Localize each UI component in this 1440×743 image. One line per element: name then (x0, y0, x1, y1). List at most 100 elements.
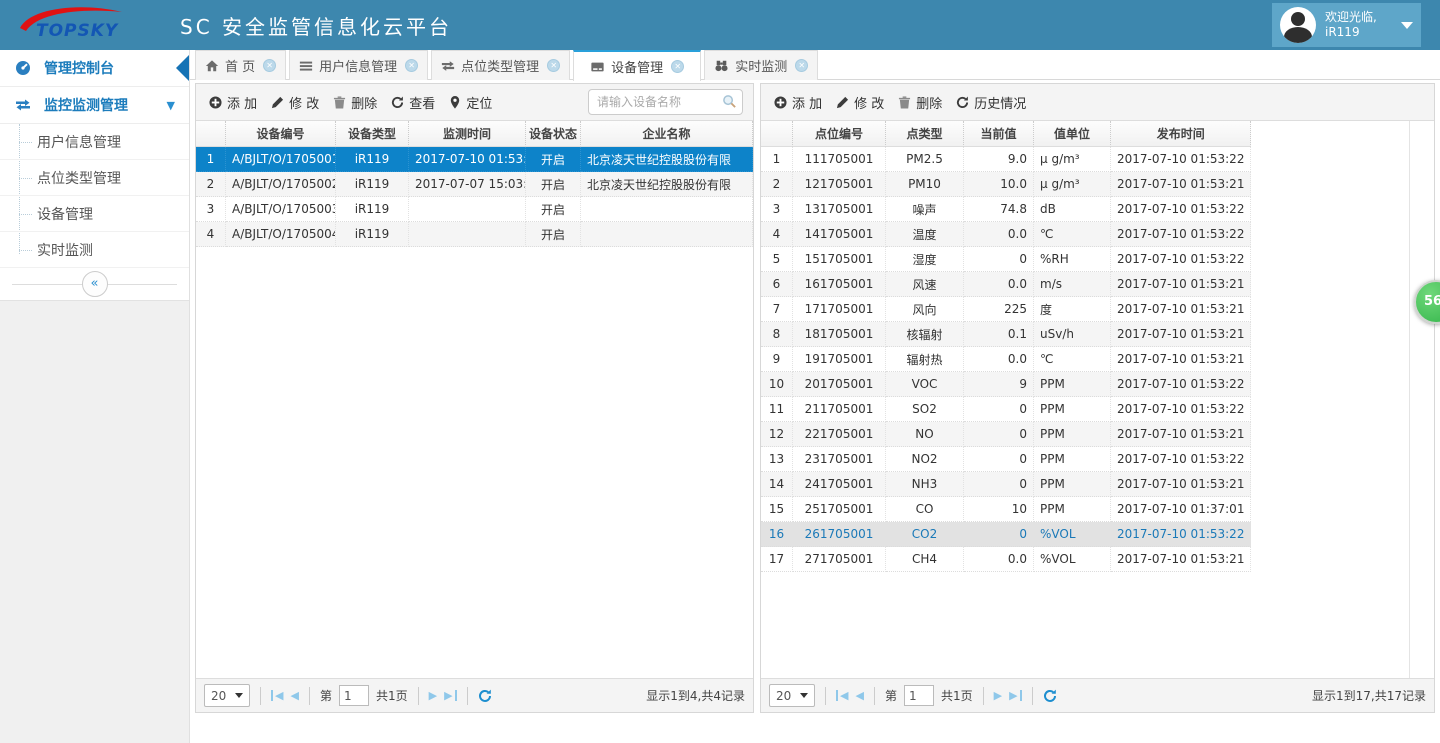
cell[interactable]: 2017-07-10 01:53:21 (1111, 547, 1251, 572)
cell[interactable]: 2017-07-07 15:03:05 (409, 172, 526, 197)
cell[interactable]: 5 (761, 247, 793, 272)
reload-icon[interactable] (478, 689, 492, 703)
cell[interactable]: 7 (761, 297, 793, 322)
table-row[interactable]: 5151705001湿度0%RH2017-07-10 01:53:22 (761, 247, 1251, 272)
cell[interactable]: 151705001 (793, 247, 886, 272)
cell[interactable]: 221705001 (793, 422, 886, 447)
cell[interactable]: 核辐射 (886, 322, 964, 347)
cell[interactable]: 2017-07-10 01:53:22 (1111, 522, 1251, 547)
cell[interactable]: PM2.5 (886, 147, 964, 172)
tab-point-type[interactable]: 点位类型管理 ✕ (431, 50, 570, 80)
cell[interactable]: 191705001 (793, 347, 886, 372)
cell[interactable]: ℃ (1034, 347, 1111, 372)
cell[interactable]: PPM (1034, 447, 1111, 472)
cell[interactable]: 3 (196, 197, 226, 222)
cell[interactable]: 261705001 (793, 522, 886, 547)
edit-button[interactable]: 修 改 (829, 89, 891, 116)
table-row[interactable]: 13231705001NO20PPM2017-07-10 01:53:22 (761, 447, 1251, 472)
cell[interactable] (581, 222, 753, 247)
cell[interactable]: 74.8 (964, 197, 1034, 222)
close-icon[interactable]: ✕ (263, 59, 276, 72)
cell[interactable]: %VOL (1034, 522, 1111, 547)
cell[interactable]: 2017-07-10 01:53:22 (409, 147, 526, 172)
prev-page-button[interactable]: ◀ (290, 690, 298, 701)
table-row[interactable]: 10201705001VOC9PPM2017-07-10 01:53:22 (761, 372, 1251, 397)
cell[interactable]: NH3 (886, 472, 964, 497)
sidebar-item-realtime[interactable]: 实时监测 (0, 232, 189, 268)
tab-home[interactable]: 首 页 ✕ (195, 50, 286, 80)
cell[interactable]: 2017-07-10 01:53:22 (1111, 222, 1251, 247)
search-input[interactable] (588, 89, 743, 115)
cell[interactable]: %VOL (1034, 547, 1111, 572)
cell[interactable]: 温度 (886, 222, 964, 247)
column-header[interactable]: 设备类型 (336, 121, 409, 147)
table-row[interactable]: 12221705001NO0PPM2017-07-10 01:53:21 (761, 422, 1251, 447)
column-header[interactable]: 企业名称 (581, 121, 753, 147)
cell[interactable]: 225 (964, 297, 1034, 322)
cell[interactable]: 10 (761, 372, 793, 397)
column-header[interactable]: 监测时间 (409, 121, 526, 147)
table-row[interactable]: 4A/BJLT/O/1705004iR119开启 (196, 222, 753, 247)
cell[interactable]: μ g/m³ (1034, 172, 1111, 197)
cell[interactable]: 121705001 (793, 172, 886, 197)
cell[interactable]: PPM (1034, 497, 1111, 522)
table-row[interactable]: 17271705001CH40.0%VOL2017-07-10 01:53:21 (761, 547, 1251, 572)
cell[interactable]: PPM (1034, 397, 1111, 422)
column-header[interactable]: 当前值 (964, 121, 1034, 147)
page-size-select[interactable]: 20 (204, 684, 250, 707)
cell[interactable]: ℃ (1034, 222, 1111, 247)
close-icon[interactable]: ✕ (671, 60, 684, 73)
cell[interactable]: 0 (964, 447, 1034, 472)
first-page-button[interactable]: ◀ (271, 690, 283, 701)
cell[interactable]: 2017-07-10 01:53:22 (1111, 147, 1251, 172)
cell[interactable]: 0 (964, 422, 1034, 447)
cell[interactable]: 161705001 (793, 272, 886, 297)
table-row[interactable]: 15251705001CO10PPM2017-07-10 01:37:01 (761, 497, 1251, 522)
cell[interactable]: 15 (761, 497, 793, 522)
cell[interactable]: 0.0 (964, 347, 1034, 372)
cell[interactable]: 0 (964, 522, 1034, 547)
cell[interactable]: 开启 (526, 197, 581, 222)
cell[interactable]: PPM (1034, 472, 1111, 497)
cell[interactable]: 16 (761, 522, 793, 547)
cell[interactable]: 2017-07-10 01:53:22 (1111, 197, 1251, 222)
collapse-sidebar-button[interactable]: « (82, 271, 108, 297)
cell[interactable]: iR119 (336, 197, 409, 222)
cell[interactable]: 度 (1034, 297, 1111, 322)
cell[interactable]: 2017-07-10 01:37:01 (1111, 497, 1251, 522)
delete-button[interactable]: 删除 (326, 89, 384, 116)
cell[interactable]: 开启 (526, 172, 581, 197)
sidebar-item-console[interactable]: 管理控制台 (0, 50, 189, 87)
cell[interactable]: 0.0 (964, 272, 1034, 297)
table-row[interactable]: 3131705001噪声74.8dB2017-07-10 01:53:22 (761, 197, 1251, 222)
add-button[interactable]: 添 加 (202, 89, 264, 116)
view-button[interactable]: 查看 (384, 89, 442, 116)
cell[interactable]: 0 (964, 397, 1034, 422)
cell[interactable]: 2017-07-10 01:53:22 (1111, 397, 1251, 422)
table-row[interactable]: 1A/BJLT/O/1705001iR1192017-07-10 01:53:2… (196, 147, 753, 172)
cell[interactable]: 2017-07-10 01:53:21 (1111, 322, 1251, 347)
delete-button[interactable]: 删除 (891, 89, 949, 116)
sidebar-item-user-info[interactable]: 用户信息管理 (0, 124, 189, 160)
table-row[interactable]: 2A/BJLT/O/1705002iR1192017-07-07 15:03:0… (196, 172, 753, 197)
cell[interactable]: 0 (964, 472, 1034, 497)
table-row[interactable]: 16261705001CO20%VOL2017-07-10 01:53:22 (761, 522, 1251, 547)
cell[interactable]: 2017-07-10 01:53:21 (1111, 272, 1251, 297)
table-row[interactable]: 9191705001辐射热0.0℃2017-07-10 01:53:21 (761, 347, 1251, 372)
tab-realtime-monitor[interactable]: 实时监测 ✕ (704, 50, 818, 80)
cell[interactable]: NO (886, 422, 964, 447)
cell[interactable]: PPM (1034, 372, 1111, 397)
sidebar-item-device[interactable]: 设备管理 (0, 196, 189, 232)
cell[interactable]: SO2 (886, 397, 964, 422)
cell[interactable]: 111705001 (793, 147, 886, 172)
add-button[interactable]: 添 加 (767, 89, 829, 116)
table-row[interactable]: 3A/BJLT/O/1705003iR119开启 (196, 197, 753, 222)
column-header[interactable]: 发布时间 (1111, 121, 1251, 147)
cell[interactable]: 201705001 (793, 372, 886, 397)
column-header[interactable]: 设备编号 (226, 121, 336, 147)
cell[interactable]: 2017-07-10 01:53:22 (1111, 247, 1251, 272)
cell[interactable]: 辐射热 (886, 347, 964, 372)
column-header[interactable] (761, 121, 793, 147)
next-page-button[interactable]: ▶ (994, 690, 1002, 701)
cell[interactable]: CO (886, 497, 964, 522)
